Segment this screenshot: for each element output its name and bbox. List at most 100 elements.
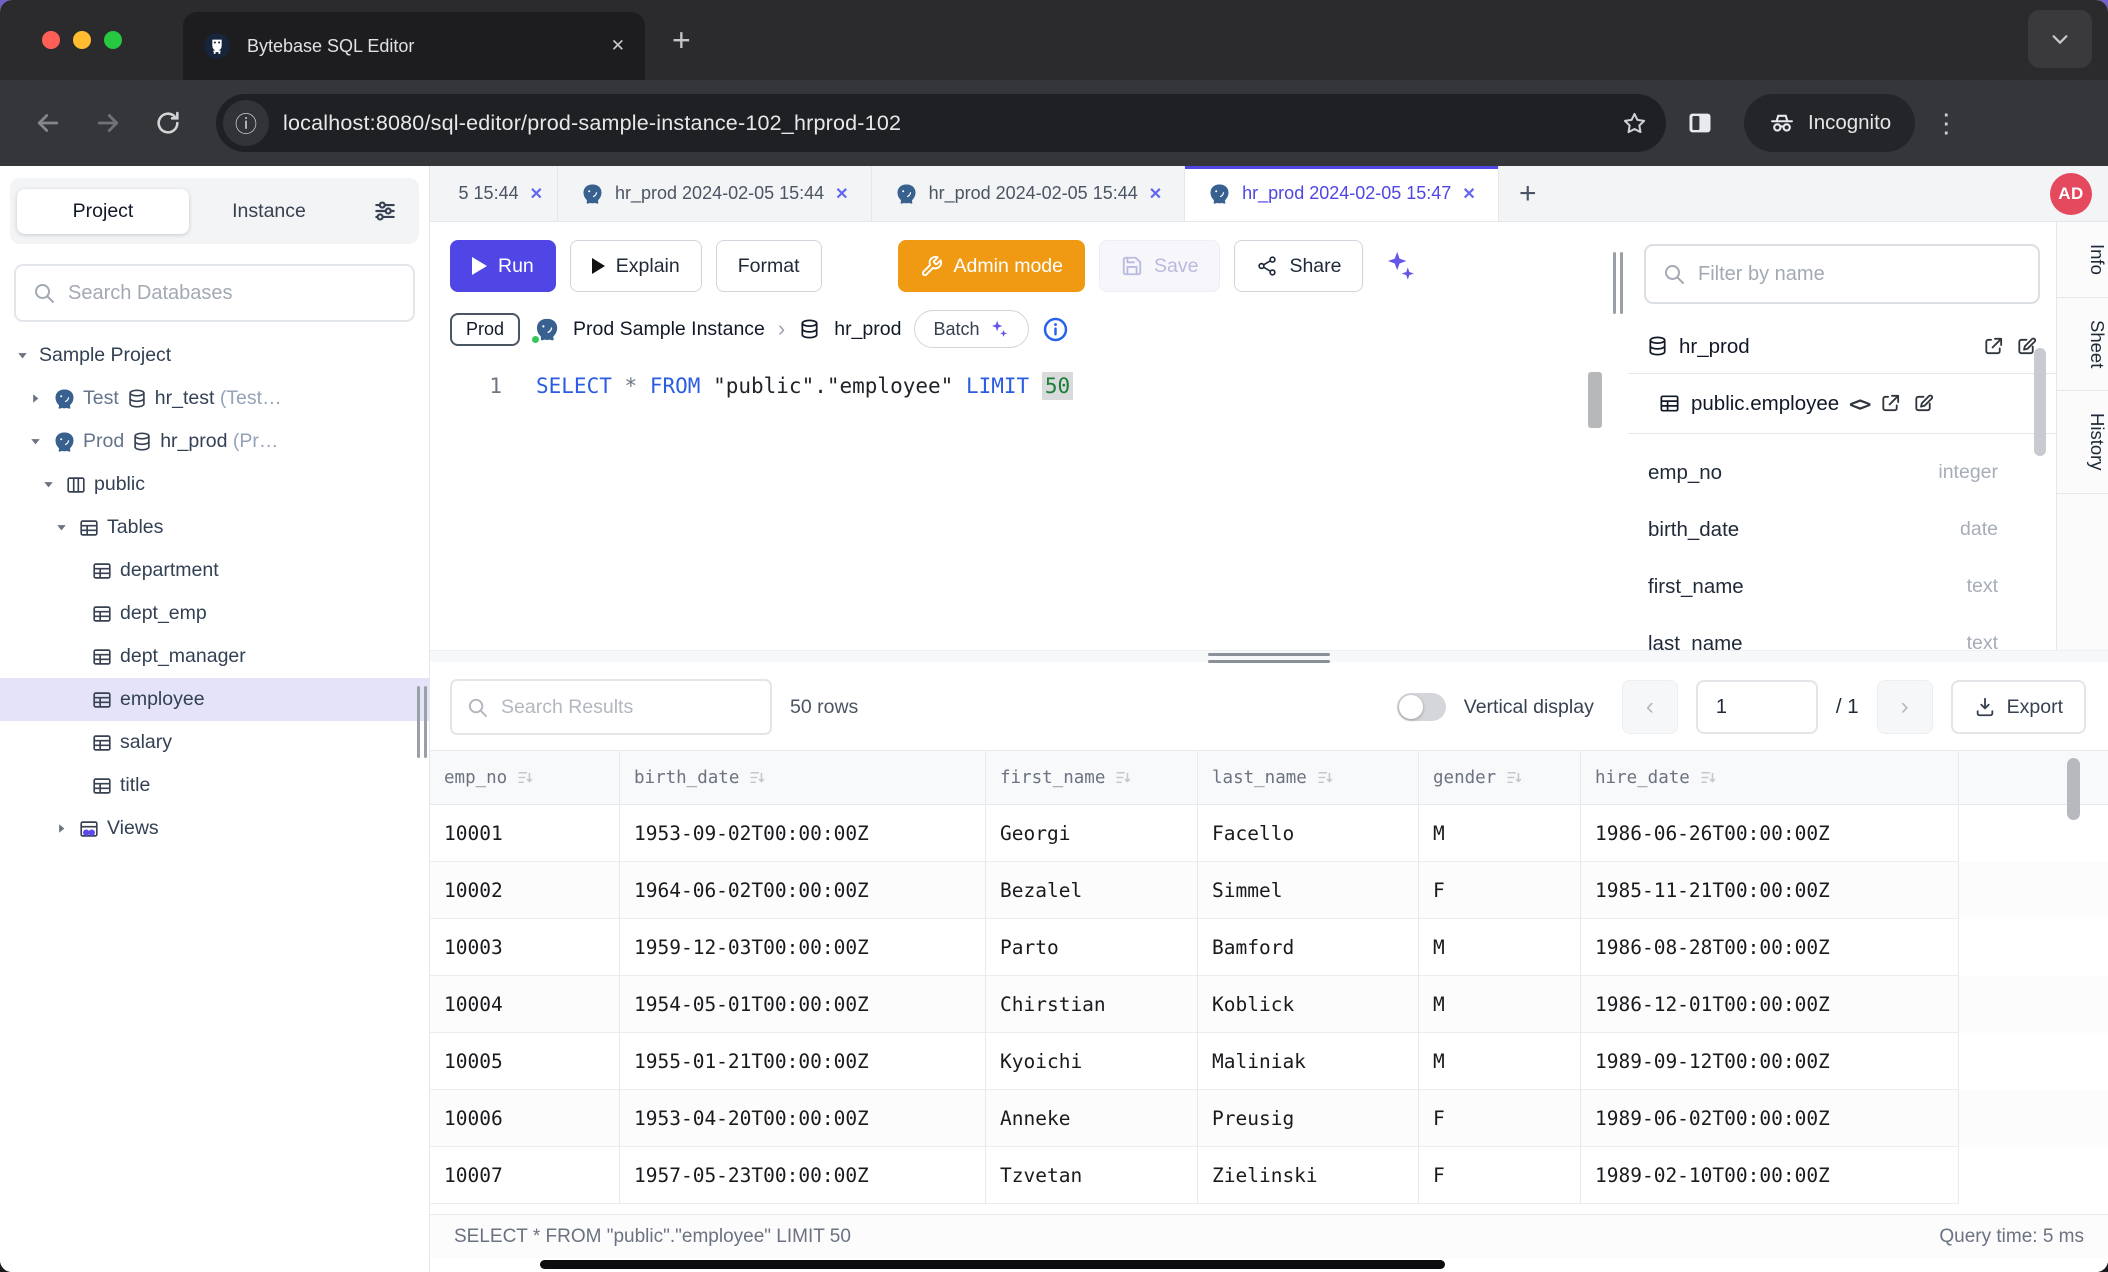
filter-tune-icon[interactable] bbox=[372, 198, 412, 224]
batch-mode-button[interactable]: Batch bbox=[914, 310, 1029, 348]
external-link-icon[interactable] bbox=[1982, 335, 2005, 358]
search-results-input[interactable]: Search Results bbox=[450, 679, 772, 735]
vertical-display-toggle[interactable] bbox=[1397, 693, 1446, 721]
header-cell-birth_date[interactable]: birth_date bbox=[620, 751, 986, 805]
tree-item-tables[interactable]: Tables bbox=[0, 506, 429, 549]
external-link-icon[interactable] bbox=[1879, 392, 1902, 415]
table-cell[interactable]: F bbox=[1419, 862, 1581, 919]
header-cell-emp_no[interactable]: emp_no bbox=[430, 751, 620, 805]
url-bar[interactable]: ⓘ localhost:8080/sql-editor/prod-sample-… bbox=[216, 94, 1666, 152]
table-cell[interactable]: Kyoichi bbox=[986, 1033, 1198, 1090]
site-info-icon[interactable]: ⓘ bbox=[223, 100, 269, 146]
caret-right-icon[interactable] bbox=[51, 821, 71, 836]
table-cell[interactable]: Bezalel bbox=[986, 862, 1198, 919]
table-row[interactable]: 100011953-09-02T00:00:00ZGeorgiFacelloM1… bbox=[430, 805, 2108, 862]
table-cell[interactable]: 1986-08-28T00:00:00Z bbox=[1581, 919, 1959, 976]
close-tab-icon[interactable]: ✕ bbox=[1462, 184, 1475, 204]
browser-tab[interactable]: Bytebase SQL Editor ✕ bbox=[183, 12, 645, 80]
tab-search-button[interactable] bbox=[2028, 10, 2092, 68]
browser-tab-close-icon[interactable]: ✕ bbox=[611, 36, 625, 56]
export-button[interactable]: Export bbox=[1951, 680, 2086, 734]
table-cell[interactable]: Facello bbox=[1198, 805, 1419, 862]
caret-down-icon[interactable] bbox=[38, 477, 58, 492]
view-code-icon[interactable]: <> bbox=[1849, 392, 1869, 416]
caret-down-icon[interactable] bbox=[25, 434, 45, 449]
explain-button[interactable]: Explain bbox=[570, 240, 702, 292]
url-text[interactable]: localhost:8080/sql-editor/prod-sample-in… bbox=[283, 111, 1607, 136]
instance-name[interactable]: Prod Sample Instance bbox=[573, 318, 765, 341]
prev-page-button[interactable]: ‹ bbox=[1622, 680, 1678, 734]
minimize-window-button[interactable] bbox=[73, 31, 91, 49]
table-cell[interactable]: 1953-09-02T00:00:00Z bbox=[620, 805, 986, 862]
side-tab-sheet[interactable]: Sheet bbox=[2057, 298, 2108, 391]
column-row-last_name[interactable]: last_nametext bbox=[1628, 615, 2056, 650]
table-cell[interactable]: 1955-01-21T00:00:00Z bbox=[620, 1033, 986, 1090]
table-cell[interactable]: 1989-06-02T00:00:00Z bbox=[1581, 1090, 1959, 1147]
table-cell[interactable]: Parto bbox=[986, 919, 1198, 976]
table-row[interactable]: 100071957-05-23T00:00:00ZTzvetanZielinsk… bbox=[430, 1147, 2108, 1204]
table-cell[interactable]: 1953-04-20T00:00:00Z bbox=[620, 1090, 986, 1147]
browser-menu-icon[interactable]: ⋮ bbox=[1933, 108, 1959, 139]
ai-assistant-icon[interactable] bbox=[1383, 249, 1417, 283]
side-tab-history[interactable]: History bbox=[2057, 391, 2108, 494]
tab-instance[interactable]: Instance bbox=[189, 189, 349, 234]
table-cell[interactable]: F bbox=[1419, 1147, 1581, 1204]
table-cell[interactable]: 1959-12-03T00:00:00Z bbox=[620, 919, 986, 976]
editor-scrollbar[interactable] bbox=[1588, 372, 1602, 428]
table-cell[interactable]: 10005 bbox=[430, 1033, 620, 1090]
table-cell[interactable]: 1986-12-01T00:00:00Z bbox=[1581, 976, 1959, 1033]
table-cell[interactable]: 10007 bbox=[430, 1147, 620, 1204]
tree-item-salary[interactable]: salary bbox=[0, 721, 429, 764]
table-cell[interactable]: Zielinski bbox=[1198, 1147, 1419, 1204]
sql-code-area[interactable]: 1 SELECT * FROM "public"."employee" LIMI… bbox=[430, 360, 1608, 398]
table-cell[interactable]: M bbox=[1419, 919, 1581, 976]
tree-item-hr-prod[interactable]: Prodhr_prod (Pr… bbox=[0, 420, 429, 463]
header-cell-first_name[interactable]: first_name bbox=[986, 751, 1198, 805]
table-cell[interactable]: Georgi bbox=[986, 805, 1198, 862]
tab-project[interactable]: Project bbox=[17, 189, 189, 234]
reload-button[interactable] bbox=[142, 97, 194, 149]
table-cell[interactable]: 1964-06-02T00:00:00Z bbox=[620, 862, 986, 919]
bookmark-star-icon[interactable] bbox=[1621, 110, 1648, 137]
table-cell[interactable]: Preusig bbox=[1198, 1090, 1419, 1147]
next-page-button[interactable]: › bbox=[1877, 680, 1933, 734]
table-cell[interactable]: 10006 bbox=[430, 1090, 620, 1147]
table-cell[interactable]: 10004 bbox=[430, 976, 620, 1033]
admin-mode-button[interactable]: Admin mode bbox=[898, 240, 1085, 292]
user-avatar[interactable]: AD bbox=[2050, 173, 2092, 215]
table-cell[interactable]: 1986-06-26T00:00:00Z bbox=[1581, 805, 1959, 862]
edit-pen-icon[interactable] bbox=[1912, 392, 1935, 415]
search-databases-input[interactable]: Search Databases bbox=[14, 264, 415, 322]
panel-resize-handle[interactable] bbox=[1608, 222, 1628, 650]
table-cell[interactable]: M bbox=[1419, 1033, 1581, 1090]
table-cell[interactable]: 1954-05-01T00:00:00Z bbox=[620, 976, 986, 1033]
share-button[interactable]: Share bbox=[1234, 240, 1363, 292]
column-row-emp_no[interactable]: emp_nointeger bbox=[1628, 444, 2056, 501]
table-cell[interactable]: F bbox=[1419, 1090, 1581, 1147]
column-row-birth_date[interactable]: birth_datedate bbox=[1628, 501, 2056, 558]
worksheet-tab[interactable]: hr_prod 2024-02-05 15:44✕ bbox=[558, 166, 872, 221]
worksheet-tab[interactable]: hr_prod 2024-02-05 15:44✕ bbox=[872, 166, 1186, 221]
table-cell[interactable]: 10001 bbox=[430, 805, 620, 862]
filter-by-name-input[interactable]: Filter by name bbox=[1644, 244, 2040, 304]
table-cell[interactable]: Koblick bbox=[1198, 976, 1419, 1033]
table-row[interactable]: 100051955-01-21T00:00:00ZKyoichiMaliniak… bbox=[430, 1033, 2108, 1090]
horizontal-scrollbar[interactable] bbox=[540, 1260, 1445, 1269]
table-cell[interactable]: 1989-09-12T00:00:00Z bbox=[1581, 1033, 1959, 1090]
info-circle-icon[interactable] bbox=[1042, 316, 1069, 343]
column-list-scrollbar[interactable] bbox=[2034, 348, 2046, 456]
table-cell[interactable]: 10003 bbox=[430, 919, 620, 976]
table-cell[interactable]: 1985-11-21T00:00:00Z bbox=[1581, 862, 1959, 919]
close-tab-icon[interactable]: ✕ bbox=[835, 184, 848, 204]
table-cell[interactable]: M bbox=[1419, 805, 1581, 862]
back-button[interactable] bbox=[22, 97, 74, 149]
worksheet-tab[interactable]: 5 15:44✕ bbox=[430, 166, 558, 221]
side-tab-info[interactable]: Info bbox=[2057, 222, 2108, 298]
results-scrollbar[interactable] bbox=[2067, 758, 2080, 820]
table-cell[interactable]: 1989-02-10T00:00:00Z bbox=[1581, 1147, 1959, 1204]
header-cell-last_name[interactable]: last_name bbox=[1198, 751, 1419, 805]
database-name[interactable]: hr_prod bbox=[834, 318, 901, 341]
sidebar-resize-handle[interactable] bbox=[417, 686, 427, 758]
side-panel-icon[interactable] bbox=[1674, 97, 1726, 149]
new-browser-tab-button[interactable]: + bbox=[672, 22, 691, 59]
